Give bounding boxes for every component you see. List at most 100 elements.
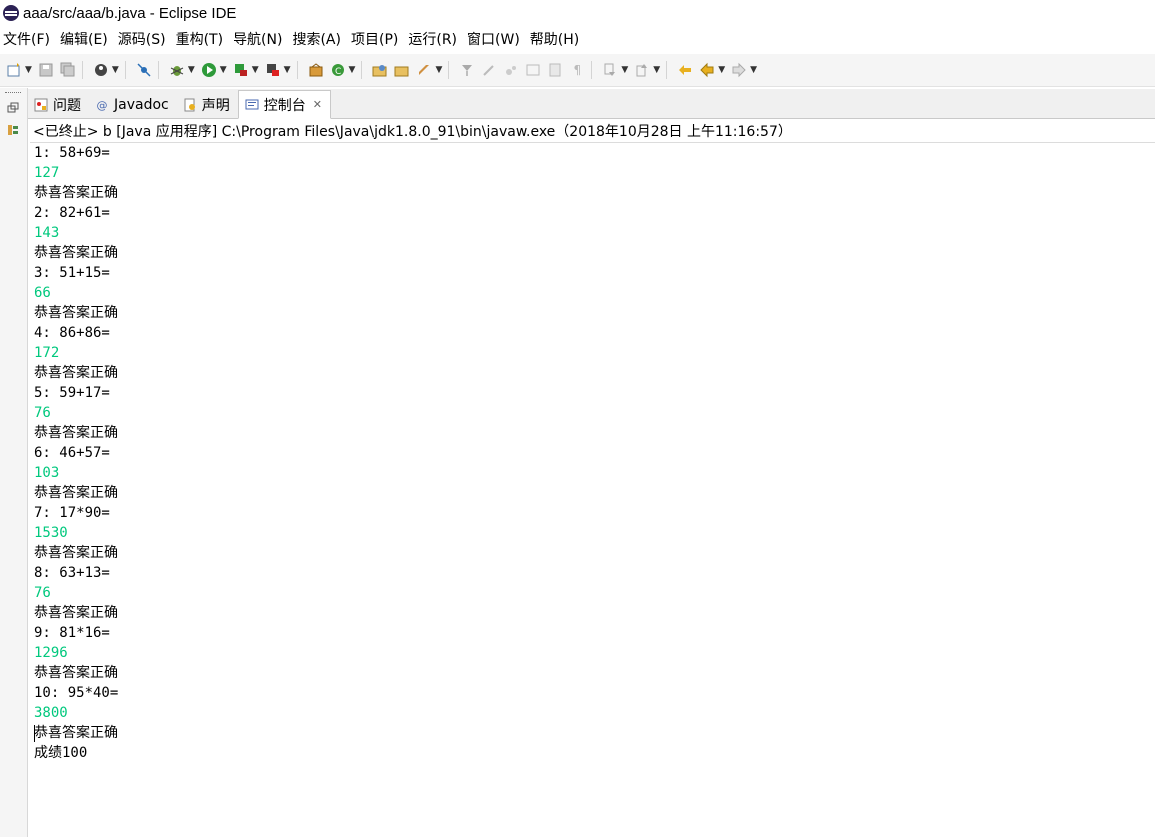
console-output-line: 恭喜答案正确: [34, 665, 118, 681]
console-output-line: 恭喜答案正确: [34, 485, 118, 501]
tab-console[interactable]: 控制台 ✕: [237, 90, 331, 119]
toolbar-separator: [666, 61, 668, 79]
menu-file[interactable]: 文件(F): [0, 29, 57, 49]
coverage-icon[interactable]: [233, 62, 249, 78]
console-input-line: 76: [34, 405, 51, 421]
chevron-down-icon[interactable]: ▼: [252, 65, 259, 75]
console-output-line: 10: 95*40=: [34, 685, 119, 701]
chevron-down-icon[interactable]: ▼: [750, 65, 757, 75]
console-output-line: 7: 17*90=: [34, 505, 110, 521]
tab-javadoc[interactable]: @ Javadoc: [89, 92, 177, 118]
console-output-line: 恭喜答案正确: [34, 605, 118, 621]
save-icon[interactable]: [38, 62, 54, 78]
external-tools-icon[interactable]: [265, 62, 281, 78]
console-output-line: 恭喜答案正确: [34, 185, 118, 201]
console-input-line: 66: [34, 285, 51, 301]
console-output-line: 8: 63+13=: [34, 565, 110, 581]
open-task-icon[interactable]: [394, 62, 410, 78]
console-process-label: <已终止> b [Java 应用程序] C:\Program Files\Jav…: [30, 120, 1155, 143]
console-output-line: 恭喜答案正确: [34, 425, 118, 441]
toggle-mark-icon[interactable]: [459, 62, 475, 78]
chevron-down-icon[interactable]: ▼: [284, 65, 291, 75]
menu-project[interactable]: 项目(P): [348, 29, 405, 49]
new-java-project-icon[interactable]: [308, 62, 324, 78]
toolbar-separator: [591, 61, 593, 79]
console-input-line: 76: [34, 585, 51, 601]
chevron-down-icon[interactable]: ▼: [349, 65, 356, 75]
block-selection-icon[interactable]: [547, 62, 563, 78]
console-input-line: 3800: [34, 705, 68, 721]
console-output-line: 2: 82+61=: [34, 205, 110, 221]
chevron-down-icon[interactable]: ▼: [653, 65, 660, 75]
console-output-line: 成绩100: [34, 745, 88, 761]
open-type-icon[interactable]: [372, 62, 388, 78]
problems-icon: [34, 98, 48, 112]
search-icon[interactable]: [416, 62, 432, 78]
eclipse-icon: [3, 5, 19, 21]
menu-help[interactable]: 帮助(H): [527, 29, 586, 49]
chevron-down-icon[interactable]: ▼: [220, 65, 227, 75]
tab-problems[interactable]: 问题: [28, 92, 89, 118]
console-input-line: 103: [34, 465, 60, 481]
console-output-line: 恭喜答案正确: [34, 245, 118, 261]
chevron-down-icon[interactable]: ▼: [435, 65, 442, 75]
console-output-line: 恭喜答案正确: [34, 545, 118, 561]
run-icon[interactable]: [201, 62, 217, 78]
close-icon[interactable]: ✕: [313, 98, 322, 111]
view-tab-bar: 问题 @ Javadoc 声明 控制台 ✕: [28, 89, 1155, 119]
toolbar-separator: [361, 61, 363, 79]
show-whitespace-icon[interactable]: [525, 62, 541, 78]
chevron-down-icon[interactable]: ▼: [25, 65, 32, 75]
menu-window[interactable]: 窗口(W): [464, 29, 527, 49]
menu-search[interactable]: 搜索(A): [289, 29, 348, 49]
console-input-line: 143: [34, 225, 60, 241]
left-trim-bar: [0, 88, 28, 837]
chevron-down-icon[interactable]: ▼: [718, 65, 725, 75]
console-input-line: 127: [34, 165, 60, 181]
save-all-icon[interactable]: [60, 62, 76, 78]
tab-declaration[interactable]: 声明: [177, 92, 238, 118]
toolbar-separator: [157, 61, 159, 79]
prev-annotation-icon[interactable]: [634, 62, 650, 78]
toggle-block-icon[interactable]: [481, 62, 497, 78]
toolbar-separator: [124, 61, 126, 79]
restore-icon[interactable]: [7, 102, 19, 114]
tab-problems-label: 问题: [53, 98, 81, 114]
menu-navigate[interactable]: 导航(N): [230, 29, 289, 49]
console-input-line: 1530: [34, 525, 68, 541]
menu-edit[interactable]: 编辑(E): [57, 29, 115, 49]
pilcrow-icon[interactable]: ¶: [569, 62, 585, 78]
skip-breakpoints-icon[interactable]: [136, 62, 152, 78]
title-bar: aaa/src/aaa/b.java - Eclipse IDE: [0, 0, 1155, 26]
tab-console-label: 控制台: [263, 97, 306, 114]
console-output-line: 6: 46+57=: [34, 445, 110, 461]
new-icon[interactable]: [6, 62, 22, 78]
forward-icon[interactable]: [731, 62, 747, 78]
menu-source[interactable]: 源码(S): [115, 29, 173, 49]
trim-handle[interactable]: [5, 92, 21, 95]
console-output-line: 1: 58+69=: [34, 145, 110, 161]
chevron-down-icon[interactable]: ▼: [188, 65, 195, 75]
chevron-down-icon[interactable]: ▼: [112, 65, 119, 75]
console-lines: 1: 58+69= 127 恭喜答案正确 2: 82+61= 143 恭喜答案正确 3: 5…: [30, 143, 1155, 763]
debug-icon[interactable]: [169, 62, 185, 78]
next-annotation-icon[interactable]: [602, 62, 618, 78]
new-class-icon[interactable]: C: [330, 62, 346, 78]
menu-run[interactable]: 运行(R): [405, 29, 464, 49]
word-wrap-icon[interactable]: [503, 62, 519, 78]
svg-text:C: C: [335, 67, 341, 77]
declaration-icon: [183, 98, 197, 112]
text-cursor: [34, 724, 35, 742]
console-output-line: 4: 86+86=: [34, 325, 110, 341]
console-output-line: 恭喜答案正确: [34, 365, 118, 381]
last-edit-icon[interactable]: [677, 62, 693, 78]
menu-refactor[interactable]: 重构(T): [173, 29, 230, 49]
profile-icon[interactable]: [93, 62, 109, 78]
outline-icon[interactable]: [7, 124, 19, 136]
toolbar-separator: [448, 61, 450, 79]
chevron-down-icon[interactable]: ▼: [621, 65, 628, 75]
back-icon[interactable]: [699, 62, 715, 78]
console-output-line: 恭喜答案正确: [34, 305, 118, 321]
tab-declaration-label: 声明: [201, 98, 230, 114]
console-output[interactable]: 1: 58+69= 127 恭喜答案正确 2: 82+61= 143 恭喜答案正确 3: 5…: [30, 143, 1155, 837]
